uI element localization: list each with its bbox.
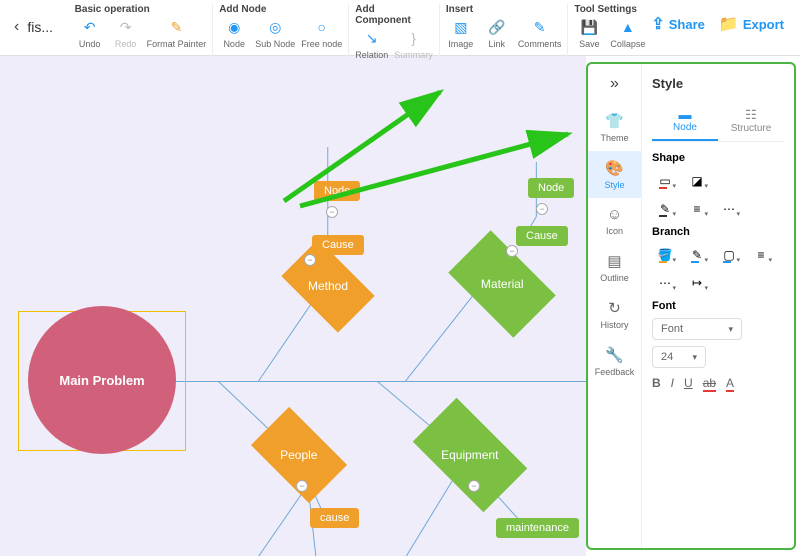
branch-dash-button[interactable]: ⋯▾ bbox=[652, 272, 678, 294]
grid-icon: ▤ bbox=[607, 252, 621, 270]
group-tool-settings: Tool Settings 💾Save ▲Collapse bbox=[567, 4, 651, 60]
history-tab[interactable]: ↻History bbox=[588, 291, 641, 338]
people-node[interactable]: People bbox=[258, 428, 340, 482]
node-button[interactable]: ◉Node bbox=[219, 18, 249, 49]
freenode-button[interactable]: ○Free node bbox=[301, 18, 342, 49]
panel-title: Style bbox=[652, 76, 784, 91]
link-button[interactable]: 🔗Link bbox=[482, 18, 512, 49]
material-node[interactable]: Material bbox=[456, 254, 548, 314]
group-basic-operation: Basic operation ↶Undo ↷Redo ✎Format Pain… bbox=[69, 4, 213, 60]
strike-button[interactable]: ab bbox=[703, 376, 716, 392]
export-icon: 📁 bbox=[719, 14, 739, 34]
equipment-node[interactable]: Equipment bbox=[420, 424, 520, 486]
collapse-toggle[interactable]: − bbox=[296, 480, 308, 492]
outline-tab[interactable]: ▤Outline bbox=[588, 244, 641, 291]
group-title-addnode: Add Node bbox=[219, 4, 342, 15]
image-button[interactable]: ▧Image bbox=[446, 18, 476, 49]
comments-button[interactable]: ✎Comments bbox=[518, 18, 562, 49]
format-painter-button[interactable]: ✎Format Painter bbox=[147, 18, 207, 49]
top-toolbar: ‹ fis... Basic operation ↶Undo ↷Redo ✎Fo… bbox=[0, 0, 800, 56]
group-title-addcomp: Add Component bbox=[355, 4, 433, 26]
group-title-tools: Tool Settings bbox=[574, 4, 645, 15]
collapse-toggle[interactable]: − bbox=[536, 203, 548, 215]
back-icon[interactable]: ‹ bbox=[6, 18, 27, 36]
collapse-toggle[interactable]: − bbox=[468, 480, 480, 492]
method-node[interactable]: Method bbox=[288, 260, 368, 312]
collapse-toggle[interactable]: − bbox=[326, 206, 338, 218]
relation-button[interactable]: ↘Relation bbox=[355, 29, 388, 60]
subnode-button[interactable]: ◎Sub Node bbox=[255, 18, 295, 49]
group-title-insert: Insert bbox=[446, 4, 562, 15]
italic-button[interactable]: I bbox=[671, 376, 674, 392]
collapse-panel-button[interactable]: » bbox=[588, 64, 641, 104]
method-node-child[interactable]: Node bbox=[314, 181, 360, 201]
branch-weight-button[interactable]: ≡▾ bbox=[748, 244, 774, 266]
style-panel-container: » 👕Theme 🎨Style ☺Icon ▤Outline ↻History … bbox=[586, 62, 796, 550]
border-dash-button[interactable]: ⋯▾ bbox=[716, 198, 742, 220]
save-button[interactable]: 💾Save bbox=[574, 18, 604, 49]
font-family-select[interactable]: Font▾ bbox=[652, 318, 742, 340]
branch-section-title: Branch bbox=[652, 226, 784, 238]
group-title-basic: Basic operation bbox=[75, 4, 207, 15]
branch-arrow-button[interactable]: ↦▾ bbox=[684, 272, 710, 294]
collapse-toggle[interactable]: − bbox=[506, 245, 518, 257]
border-weight-button[interactable]: ≡▾ bbox=[684, 198, 710, 220]
root-node[interactable]: Main Problem bbox=[28, 306, 176, 454]
side-tabs: » 👕Theme 🎨Style ☺Icon ▤Outline ↻History … bbox=[588, 64, 642, 548]
border-color-button[interactable]: ✎▾ bbox=[652, 198, 678, 220]
clock-icon: ↻ bbox=[608, 299, 621, 317]
wrench-icon: 🔧 bbox=[605, 346, 624, 364]
method-cause-child[interactable]: Cause bbox=[312, 235, 364, 255]
branch-line-color-button[interactable]: ✎▾ bbox=[684, 244, 710, 266]
collapse-toggle[interactable]: − bbox=[304, 254, 316, 266]
shape-section-title: Shape bbox=[652, 152, 784, 164]
annotation-arrows bbox=[0, 56, 586, 216]
summary-button[interactable]: }Summary bbox=[394, 29, 433, 60]
equipment-maintenance[interactable]: maintenance bbox=[496, 518, 579, 538]
people-cause[interactable]: cause bbox=[310, 508, 359, 528]
redo-button[interactable]: ↷Redo bbox=[111, 18, 141, 49]
theme-tab[interactable]: 👕Theme bbox=[588, 104, 641, 151]
diagram-canvas[interactable]: Main Problem Method Node Cause − − Mater… bbox=[0, 56, 586, 556]
undo-button[interactable]: ↶Undo bbox=[75, 18, 105, 49]
group-add-node: Add Node ◉Node ◎Sub Node ○Free node bbox=[212, 4, 348, 60]
font-size-select[interactable]: 24▾ bbox=[652, 346, 706, 368]
branch-box-button[interactable]: ▢▾ bbox=[716, 244, 742, 266]
smile-icon: ☺ bbox=[607, 206, 622, 223]
structure-subtab[interactable]: ☷Structure bbox=[718, 101, 784, 141]
share-icon: ⇪ bbox=[651, 14, 664, 34]
style-tab[interactable]: 🎨Style bbox=[588, 151, 641, 198]
file-name: fis... bbox=[27, 19, 53, 35]
feedback-tab[interactable]: 🔧Feedback bbox=[588, 338, 641, 385]
branch-fill-button[interactable]: 🪣▾ bbox=[652, 244, 678, 266]
material-node-child[interactable]: Node bbox=[528, 178, 574, 198]
shape-fill-button[interactable]: ▭▾ bbox=[652, 170, 678, 192]
group-add-component: Add Component ↘Relation }Summary bbox=[348, 4, 439, 60]
export-button[interactable]: 📁Export bbox=[719, 14, 784, 34]
icon-tab[interactable]: ☺Icon bbox=[588, 198, 641, 244]
underline-button[interactable]: U bbox=[684, 376, 693, 392]
share-button[interactable]: ⇪Share bbox=[651, 14, 705, 34]
material-cause-child[interactable]: Cause bbox=[516, 226, 568, 246]
font-color-button[interactable]: A bbox=[726, 376, 734, 392]
bold-button[interactable]: B bbox=[652, 376, 661, 392]
group-insert: Insert ▧Image 🔗Link ✎Comments bbox=[439, 4, 568, 60]
style-panel: Style ▬Node ☷Structure Shape ▭▾ ◪▾ ✎▾ ≡▾… bbox=[642, 64, 794, 548]
palette-icon: 🎨 bbox=[605, 159, 624, 177]
shape-style-button[interactable]: ◪▾ bbox=[684, 170, 710, 192]
collapse-button[interactable]: ▲Collapse bbox=[610, 18, 645, 49]
shirt-icon: 👕 bbox=[605, 112, 624, 130]
node-subtab[interactable]: ▬Node bbox=[652, 101, 718, 141]
font-section-title: Font bbox=[652, 300, 784, 312]
